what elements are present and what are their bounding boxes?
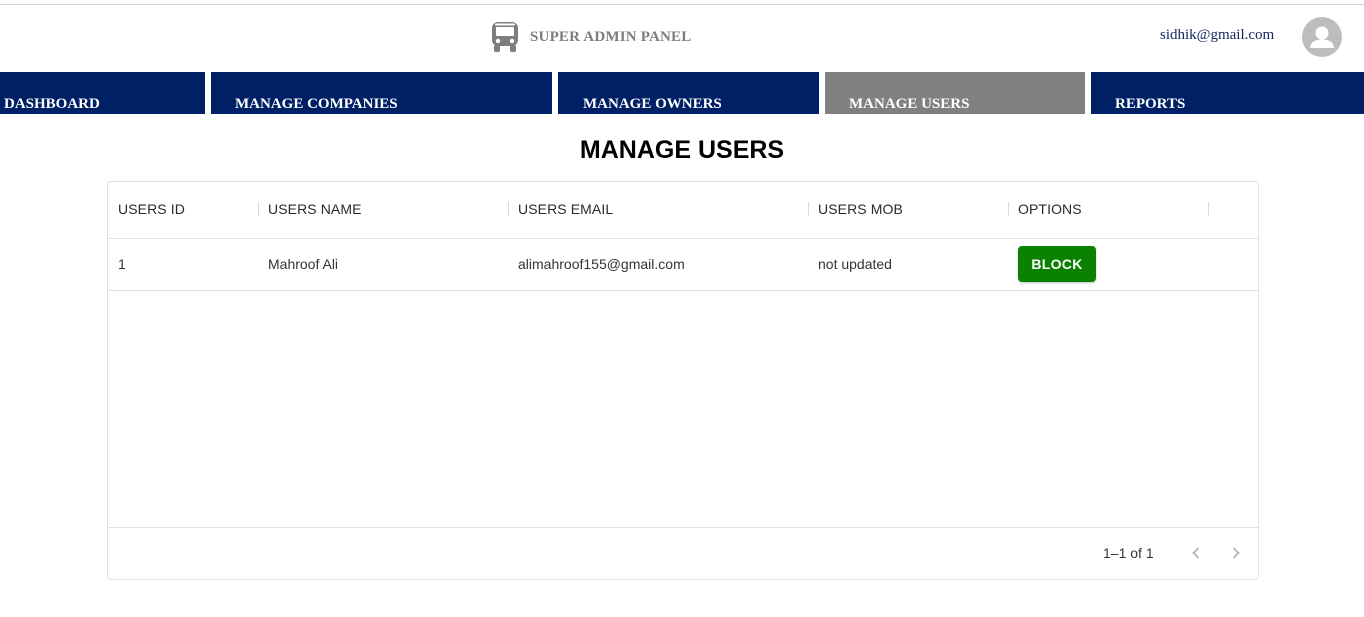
column-separator[interactable] — [1208, 202, 1209, 216]
users-table: USERS ID USERS NAME USERS EMAIL USERS MO… — [107, 181, 1259, 580]
page-title: MANAGE USERS — [579, 136, 785, 164]
chevron-right-icon — [1230, 546, 1242, 560]
main-nav: DASHBOARD MANAGE COMPANIES MANAGE OWNERS… — [0, 72, 1364, 114]
cell-user-mob: not updated — [818, 256, 892, 272]
pagination-range: 1–1 of 1 — [1103, 545, 1154, 561]
table-row[interactable]: 1 Mahroof Ali alimahroof155@gmail.com no… — [108, 239, 1258, 291]
cell-user-email: alimahroof155@gmail.com — [518, 256, 685, 272]
column-separator[interactable] — [1008, 202, 1009, 216]
tab-manage-owners[interactable]: MANAGE OWNERS — [558, 72, 819, 114]
chevron-left-icon — [1190, 546, 1202, 560]
brand: SUPER ADMIN PANEL — [491, 21, 691, 53]
column-header-users-email[interactable]: USERS EMAIL — [518, 182, 613, 238]
column-header-users-name[interactable]: USERS NAME — [268, 182, 362, 238]
column-header-users-mob[interactable]: USERS MOB — [818, 182, 903, 238]
tab-dashboard[interactable]: DASHBOARD — [0, 72, 205, 114]
avatar[interactable] — [1302, 17, 1342, 57]
account-email[interactable]: sidhik@gmail.com — [1160, 27, 1274, 44]
column-separator[interactable] — [508, 202, 509, 216]
app-header: SUPER ADMIN PANEL sidhik@gmail.com — [0, 5, 1364, 72]
column-header-options[interactable]: OPTIONS — [1018, 182, 1082, 238]
bus-icon — [491, 21, 519, 53]
person-icon — [1302, 17, 1342, 57]
brand-title: SUPER ADMIN PANEL — [530, 28, 692, 45]
next-page-button[interactable] — [1224, 541, 1248, 565]
cell-user-name: Mahroof Ali — [268, 256, 339, 272]
column-separator[interactable] — [808, 202, 809, 216]
column-separator[interactable] — [258, 202, 259, 216]
table-header: USERS ID USERS NAME USERS EMAIL USERS MO… — [108, 182, 1258, 239]
tab-reports[interactable]: REPORTS — [1091, 72, 1364, 114]
cell-user-id: 1 — [118, 256, 126, 272]
block-user-button[interactable]: BLOCK — [1018, 246, 1096, 282]
column-header-users-id[interactable]: USERS ID — [118, 182, 185, 238]
tab-manage-companies[interactable]: MANAGE COMPANIES — [211, 72, 552, 114]
previous-page-button[interactable] — [1184, 541, 1208, 565]
table-footer: 1–1 of 1 — [108, 527, 1258, 580]
tab-manage-users[interactable]: MANAGE USERS — [825, 72, 1085, 114]
